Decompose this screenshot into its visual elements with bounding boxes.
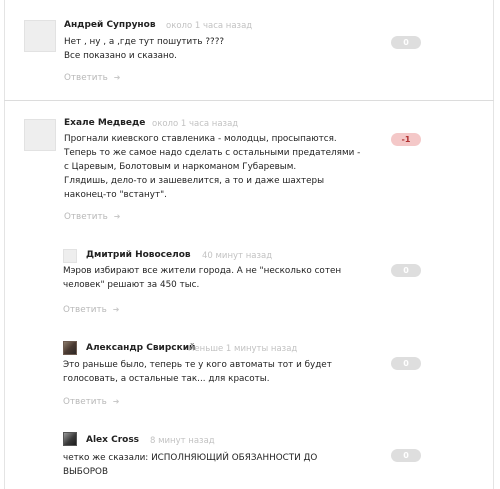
comment-time[interactable]: меньше 1 минуты назад [188,344,297,354]
comment-time[interactable]: 8 минут назад [150,436,215,446]
reply-arrow-icon: ➜ [113,212,121,221]
comment-time[interactable]: около 1 часа назад [152,119,238,129]
comment-divider [4,100,494,101]
comment-text: Это раньше было, теперь те у кого автома… [63,360,332,384]
reply-arrow-icon: ➜ [113,73,121,82]
comment-text: Мэров избирают все жители города. А не "… [63,266,342,290]
comment-time[interactable]: около 1 часа назад [166,21,252,31]
comment-text: четко же сказали: ИСПОЛНЯЮЩИЙ ОБЯЗАННОСТ… [63,453,318,477]
reply-button[interactable]: Ответить ➜ [63,397,120,407]
default-avatar-icon[interactable] [24,119,56,151]
comment-score-badge: 0 [391,357,421,370]
reply-arrow-icon: ➜ [112,305,120,314]
comment-text: Нет , ну , а ,где тут пошутить ???? Все … [64,37,225,61]
reply-label: Ответить [63,305,107,315]
comment-author[interactable]: Александр Свирский [86,343,195,353]
reply-label: Ответить [64,73,108,83]
reply-label: Ответить [63,397,107,407]
reply-label: Ответить [64,212,108,222]
user-photo-icon[interactable] [63,341,77,355]
user-photo-icon[interactable] [63,432,77,446]
reply-button[interactable]: Ответить ➜ [64,212,121,222]
comment-author[interactable]: Alex Cross [86,435,139,445]
comment-score-badge: -1 [391,133,421,146]
comment-score-badge: 0 [391,264,421,277]
reply-button[interactable]: Ответить ➜ [64,73,121,83]
comment-time[interactable]: 40 минут назад [202,251,272,261]
comment-score-badge: 0 [391,449,421,462]
comment-author[interactable]: Exaле Медведе [64,118,145,128]
reply-arrow-icon: ➜ [112,397,120,406]
reply-button[interactable]: Ответить ➜ [63,305,120,315]
comment-text: Прогнали киевского ставленика - молодцы,… [64,134,361,200]
default-avatar-icon[interactable] [63,249,77,263]
comment-author[interactable]: Андрей Супрунов [64,20,156,30]
comment-score-badge: 0 [391,36,421,49]
default-avatar-icon[interactable] [24,20,56,52]
comment-author[interactable]: Дмитрий Новоселов [86,250,191,260]
